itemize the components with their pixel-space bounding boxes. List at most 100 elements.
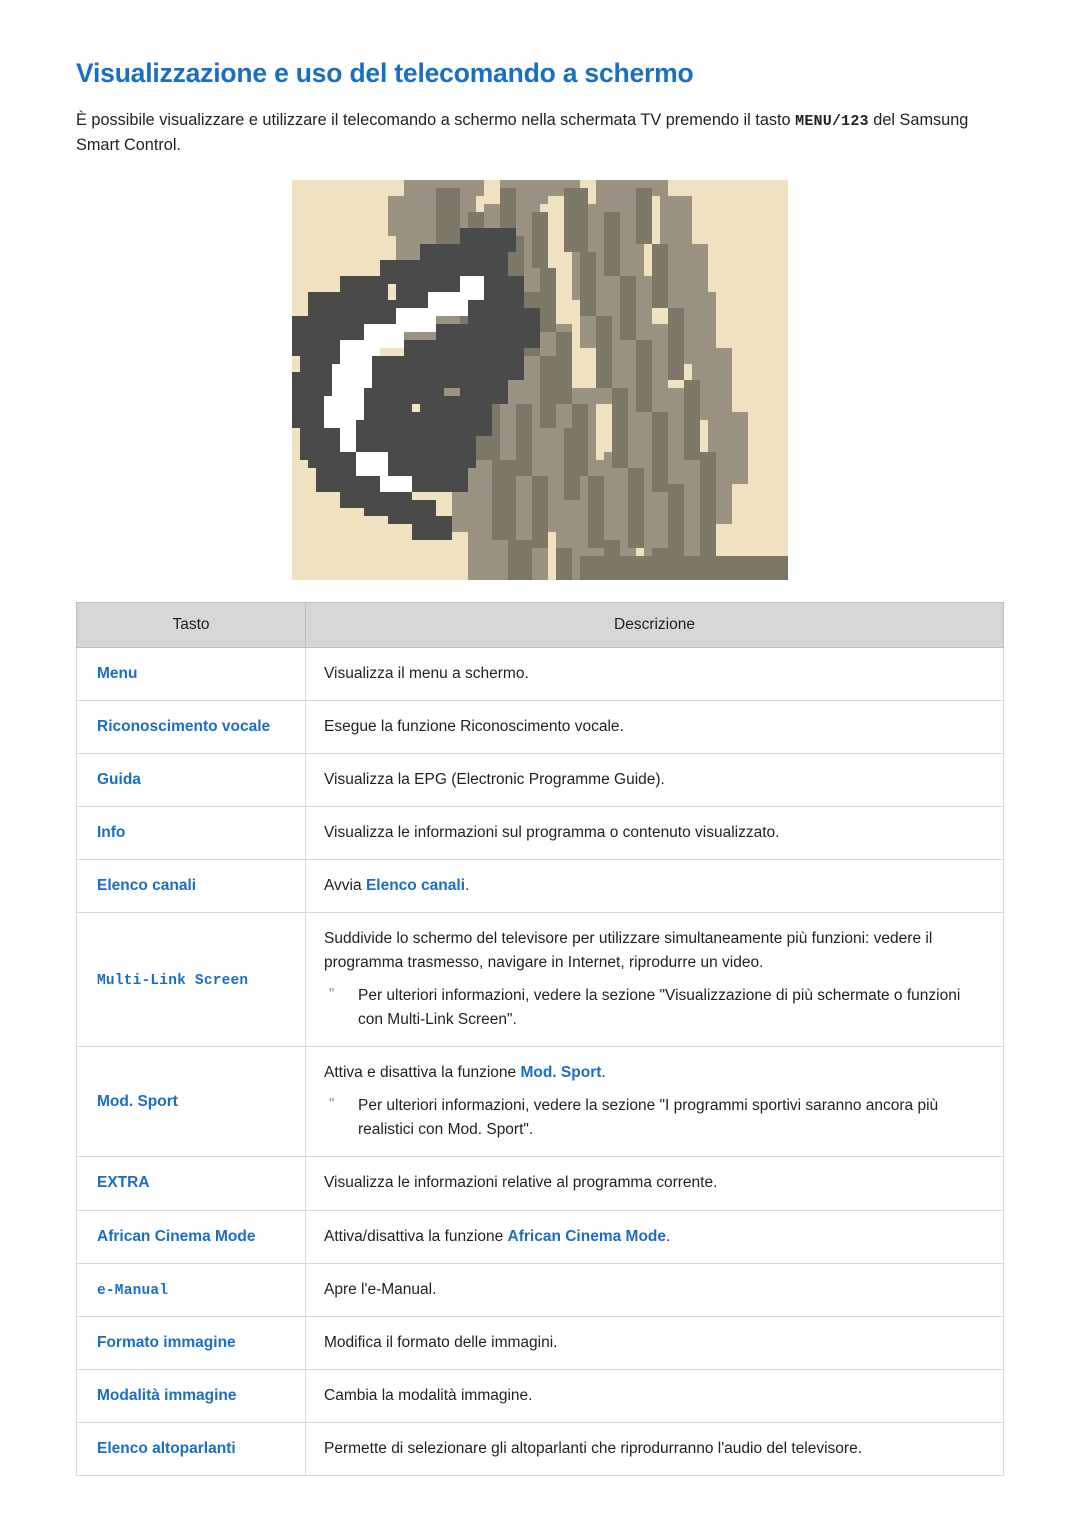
description-text: Avvia Elenco canali. xyxy=(324,874,985,898)
description-text: Modifica il formato delle immagini. xyxy=(324,1333,558,1351)
illustration-pixel xyxy=(564,428,580,501)
description-suffix: . xyxy=(601,1064,606,1082)
illustration-pixel xyxy=(652,412,668,493)
key-label: Menu xyxy=(97,665,138,683)
illustration-pixel xyxy=(652,244,668,309)
description-prefix: Avvia xyxy=(324,877,366,895)
key-label: Info xyxy=(97,824,126,842)
table-cell-key: e-Manual xyxy=(76,1262,306,1317)
table-cell-key: Formato immagine xyxy=(76,1315,306,1371)
table-cell-description: Attiva/disattiva la funzione African Cin… xyxy=(305,1209,1004,1264)
description-text: Apre l'e-Manual. xyxy=(324,1280,437,1298)
illustration-pixel xyxy=(604,212,620,277)
description-highlight: Elenco canali xyxy=(365,877,466,895)
table-row: Mod. Sport Attiva e disattiva la funzione… xyxy=(76,1046,1004,1158)
table-row: e-Manual Apre l'e-Manual. xyxy=(76,1262,1004,1317)
table-cell-description: Modifica il formato delle immagini. xyxy=(305,1315,1004,1371)
table-cell-description: Avvia Elenco canali. xyxy=(305,859,1004,914)
illustration-pixel xyxy=(556,332,572,405)
illustration-pixel xyxy=(636,188,652,245)
table-cell-description: Visualizza il menu a schermo. xyxy=(305,647,1004,702)
illustration-pixel xyxy=(460,228,516,253)
description-text: Visualizza la EPG (Electronic Programme … xyxy=(324,771,665,789)
table-cell-description: Permette di selezionare gli altoparlanti… xyxy=(305,1422,1004,1477)
document-page: Visualizzazione e uso del telecomando a … xyxy=(0,0,1080,1527)
key-label: Modalità immagine xyxy=(97,1387,237,1404)
illustration-pixel xyxy=(684,380,700,461)
table-cell-description: Esegue la funzione Riconoscimento vocale… xyxy=(305,700,1004,755)
table-cell-description: Apre l'e-Manual. xyxy=(305,1262,1004,1317)
illustration-pixel xyxy=(436,188,460,245)
key-label: EXTRA xyxy=(97,1174,150,1192)
table-row: African Cinema Mode Attiva/disattiva la f… xyxy=(76,1209,1004,1264)
description-text: Permette di selezionare gli altoparlanti… xyxy=(324,1440,863,1458)
description-text: Visualizza le informazioni sul programma… xyxy=(324,824,780,842)
table-head: Tasto Descrizione xyxy=(76,602,1004,649)
table-row: Info Visualizza le informazioni sul progr… xyxy=(76,806,1004,861)
note-text: Per ulteriori informazioni, vedere la se… xyxy=(358,1097,939,1139)
table-header-row: Tasto Descrizione xyxy=(76,602,1004,649)
table-cell-description: Cambia la modalità immagine. xyxy=(305,1368,1004,1424)
description-note: " Per ulteriori informazioni, vedere la s… xyxy=(324,1094,985,1142)
table-row: Modalità immagine Cambia la modalità imma… xyxy=(76,1368,1004,1424)
key-label: Mod. Sport xyxy=(97,1092,178,1110)
illustration-pixel xyxy=(300,428,332,461)
intro-text-before: È possibile visualizzare e utilizzare il… xyxy=(76,110,796,129)
column-header-key: Tasto xyxy=(76,602,306,649)
table-cell-key: Mod. Sport xyxy=(76,1046,306,1158)
table-cell-key: EXTRA xyxy=(76,1156,306,1211)
table-row: Elenco altoparlanti Permette di seleziona… xyxy=(76,1422,1004,1477)
illustration-pixel xyxy=(508,540,532,581)
description-highlight: Mod. Sport xyxy=(520,1064,602,1082)
table-cell-key: Multi-Link Screen xyxy=(76,912,306,1048)
illustration-pixel xyxy=(540,268,556,333)
illustration-pixel xyxy=(668,484,684,557)
table-row: Formato immagine Modifica il formato dell… xyxy=(76,1315,1004,1371)
table-cell-key: Modalità immagine xyxy=(76,1368,306,1424)
illustration-pixel xyxy=(636,340,652,413)
key-label: Formato immagine xyxy=(97,1333,236,1351)
key-label: Elenco altoparlanti xyxy=(97,1440,236,1458)
key-label: African Cinema Mode xyxy=(97,1227,256,1245)
table-body: Menu Visualizza il menu a schermo. Riconos… xyxy=(76,647,1004,1477)
note-marker-icon: " xyxy=(329,985,335,1003)
table-row: EXTRA Visualizza le informazioni relative… xyxy=(76,1156,1004,1211)
key-label: Multi-Link Screen xyxy=(97,972,249,989)
illustration-pixel xyxy=(540,356,556,429)
illustration-container xyxy=(76,180,1004,581)
illustration-pixel xyxy=(588,476,604,549)
description-suffix: . xyxy=(666,1227,671,1245)
description-text: Cambia la modalità immagine. xyxy=(324,1387,533,1404)
key-label: Riconoscimento vocale xyxy=(97,718,271,736)
illustration-pixel xyxy=(580,252,596,317)
note-marker-icon: " xyxy=(329,1095,335,1113)
table-cell-description: Attiva e disattiva la funzione Mod. Spor… xyxy=(305,1046,1004,1158)
description-text: Visualizza le informazioni relative al p… xyxy=(324,1174,718,1192)
table-row: Riconoscimento vocale Esegue la funzione … xyxy=(76,700,1004,755)
key-label: Guida xyxy=(97,771,141,789)
illustration-pixel xyxy=(700,452,716,533)
illustration-pixel xyxy=(564,188,588,253)
illustration-pixel xyxy=(412,516,452,541)
description-suffix: . xyxy=(465,877,470,895)
description-highlight: African Cinema Mode xyxy=(507,1227,667,1245)
menu123-key-label: MENU/123 xyxy=(795,112,869,130)
illustration-pixel xyxy=(628,468,644,549)
column-header-description: Descrizione xyxy=(305,602,1004,649)
table-cell-description: Visualizza le informazioni sul programma… xyxy=(305,806,1004,861)
table-cell-key: Elenco canali xyxy=(76,859,306,914)
hand-holding-remote-illustration xyxy=(292,180,788,581)
table-row: Multi-Link Screen Suddivide lo schermo de… xyxy=(76,912,1004,1048)
illustration-pixel xyxy=(612,388,628,469)
illustration-pixel xyxy=(428,460,468,493)
key-label: e-Manual xyxy=(97,1282,169,1299)
description-text: Attiva e disattiva la funzione Mod. Spor… xyxy=(324,1061,985,1085)
illustration-pixel xyxy=(316,468,348,493)
illustration-pixel xyxy=(532,212,548,269)
table-cell-key: Elenco altoparlanti xyxy=(76,1422,306,1477)
table-cell-key: Riconoscimento vocale xyxy=(76,700,306,755)
page-title: Visualizzazione e uso del telecomando a … xyxy=(76,58,694,88)
illustration-pixel xyxy=(620,276,636,341)
table-cell-description: Suddivide lo schermo del televisore per … xyxy=(305,912,1004,1048)
description-prefix: Attiva e disattiva la funzione xyxy=(324,1064,521,1082)
